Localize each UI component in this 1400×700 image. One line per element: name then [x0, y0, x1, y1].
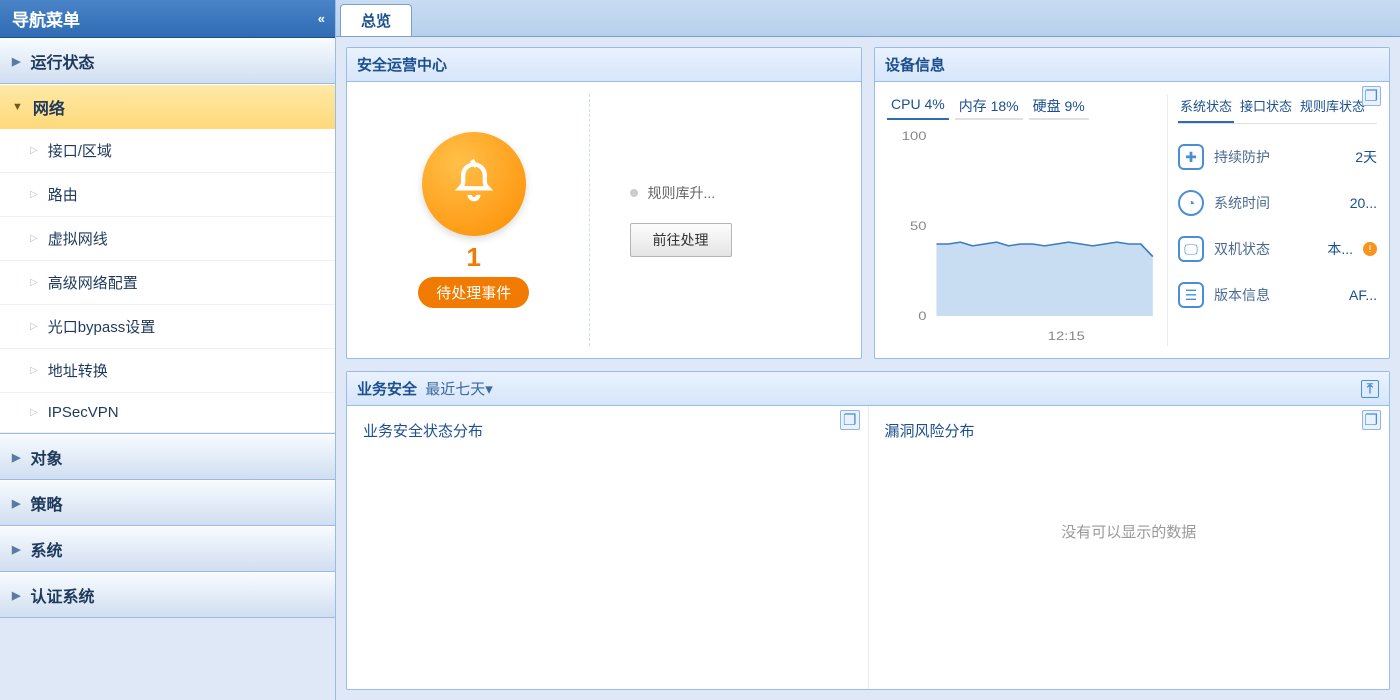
main-area: 总览 安全运营中心 — [336, 0, 1400, 700]
biz-range-dropdown[interactable]: 最近七天▾ — [425, 381, 493, 398]
panel-biz-header: 业务安全 最近七天▾ ⤒ — [347, 372, 1389, 406]
shield-icon: ✚ — [1178, 144, 1204, 170]
expand-biz-0-icon[interactable]: ❐ — [840, 410, 859, 430]
nav-item-1-4[interactable]: ▷光口bypass设置 — [0, 305, 335, 349]
stat-0[interactable]: CPU 4% — [887, 94, 949, 120]
cpu-chart: 0 50 100 12:15 — [887, 126, 1159, 346]
collapse-biz-icon[interactable]: ⤒ — [1361, 380, 1379, 398]
panel-ops-center: 安全运营中心 1 待处理事件 — [346, 47, 862, 359]
stat-1[interactable]: 内存 18% — [955, 94, 1023, 120]
go-handle-button[interactable]: 前往处理 — [630, 223, 732, 257]
svg-text:12:15: 12:15 — [1048, 329, 1085, 342]
panel-device-header: 设备信息 — [875, 48, 1389, 82]
nav-item-1-0[interactable]: ▷接口/区域 — [0, 129, 335, 173]
dev-tab-1[interactable]: 接口状态 — [1238, 94, 1294, 123]
nav-group-4[interactable]: ▶系统 — [0, 526, 335, 571]
panel-ops-header: 安全运营中心 — [347, 48, 861, 82]
info-row-2: 🖵 双机状态 本... ! — [1178, 236, 1377, 262]
warn-icon: ! — [1363, 242, 1377, 256]
biz-col-1: ❐ 漏洞风险分布 没有可以显示的数据 — [869, 406, 1390, 689]
dev-tab-0[interactable]: 系统状态 — [1178, 94, 1234, 123]
no-data-text: 没有可以显示的数据 — [885, 521, 1374, 542]
info-row-1: ◔ 系统时间 20... — [1178, 190, 1377, 216]
monitor-icon: 🖵 — [1178, 236, 1204, 262]
expand-device-icon[interactable]: ❐ — [1362, 86, 1381, 106]
nav-item-1-1[interactable]: ▷路由 — [0, 173, 335, 217]
clock-icon: ◔ — [1178, 190, 1204, 216]
sidebar-header: 导航菜单 « — [0, 0, 335, 38]
bell-icon — [422, 132, 526, 236]
svg-text:0: 0 — [918, 309, 926, 322]
ops-title: 安全运营中心 — [357, 54, 447, 75]
stat-2[interactable]: 硬盘 9% — [1029, 94, 1089, 120]
panel-device-info: 设备信息 ❐ CPU 4%内存 18%硬盘 9% 0 50 100 12:15 系统… — [874, 47, 1390, 359]
dev-tab-2[interactable]: 规则库状态 — [1298, 94, 1367, 123]
nav-item-1-5[interactable]: ▷地址转换 — [0, 349, 335, 393]
info-row-3: ☰ 版本信息 AF... — [1178, 282, 1377, 308]
ops-message: 规则库升... — [630, 183, 716, 203]
sidebar: 导航菜单 « ▶运行状态▼网络▷接口/区域▷路由▷虚拟网线▷高级网络配置▷光口b… — [0, 0, 336, 700]
biz-col-0: ❐ 业务安全状态分布 — [347, 406, 869, 689]
nav-group-1[interactable]: ▼网络 — [0, 84, 335, 129]
expand-biz-1-icon[interactable]: ❐ — [1362, 410, 1381, 430]
nav-item-1-3[interactable]: ▷高级网络配置 — [0, 261, 335, 305]
svg-text:50: 50 — [910, 219, 926, 232]
svg-text:100: 100 — [902, 129, 927, 142]
biz-title: 业务安全 — [357, 381, 417, 398]
tab-bar: 总览 — [336, 0, 1400, 37]
nav-group-2[interactable]: ▶对象 — [0, 434, 335, 479]
nav-group-5[interactable]: ▶认证系统 — [0, 572, 335, 617]
nav-item-1-6[interactable]: ▷IPSecVPN — [0, 393, 335, 433]
nav-item-1-2[interactable]: ▷虚拟网线 — [0, 217, 335, 261]
device-title: 设备信息 — [885, 54, 945, 75]
sidebar-title: 导航菜单 — [12, 6, 80, 31]
info-row-0: ✚ 持续防护 2天 — [1178, 144, 1377, 170]
doc-icon: ☰ — [1178, 282, 1204, 308]
tab-overview[interactable]: 总览 — [340, 4, 412, 36]
pending-badge: 待处理事件 — [418, 277, 529, 308]
pending-count: 1 — [467, 242, 481, 273]
panel-biz-security: 业务安全 最近七天▾ ⤒ ❐ 业务安全状态分布 ❐ 漏洞风险分布 没有可以显示的… — [346, 371, 1390, 690]
nav-group-0[interactable]: ▶运行状态 — [0, 38, 335, 83]
collapse-sidebar-icon[interactable]: « — [318, 11, 323, 26]
nav-group-3[interactable]: ▶策略 — [0, 480, 335, 525]
